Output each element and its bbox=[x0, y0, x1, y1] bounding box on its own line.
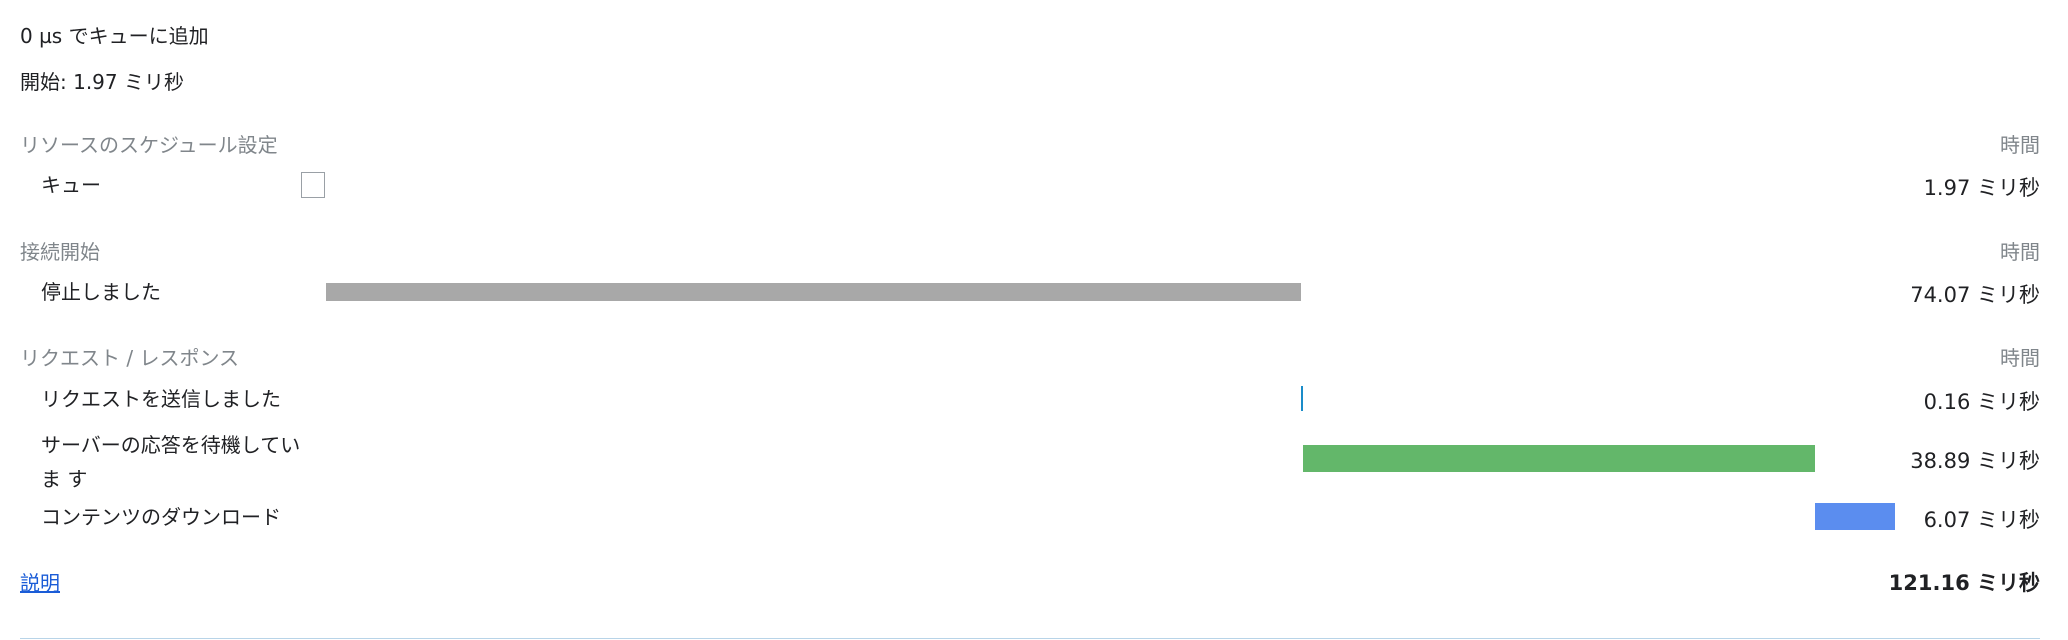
timing-row-label-stalled: 停止しました bbox=[41, 280, 161, 304]
section-title-request-response: リクエスト / レスポンス bbox=[20, 346, 240, 370]
timing-row-value-stalled: 74.07 ミリ秒 bbox=[1910, 283, 2040, 307]
time-column-header: 時間 bbox=[2000, 133, 2040, 157]
content-download-timing-bar bbox=[1815, 503, 1895, 530]
queue-timing-bar bbox=[301, 172, 325, 198]
timing-row-label-request-sent: リクエストを送信しました bbox=[41, 387, 281, 411]
timing-row-label-queue: キュー bbox=[41, 173, 101, 197]
divider bbox=[20, 638, 2040, 639]
timing-row-value-request-sent: 0.16 ミリ秒 bbox=[1923, 390, 2040, 414]
section-title-connection-start: 接続開始 bbox=[20, 240, 100, 264]
time-column-header: 時間 bbox=[2000, 240, 2040, 264]
started-at-text: 開始: 1.97 ミリ秒 bbox=[20, 70, 184, 94]
timing-row-value-waiting-server-response: 38.89 ミリ秒 bbox=[1910, 449, 2040, 473]
waiting-response-timing-bar bbox=[1303, 445, 1815, 472]
timing-row-value-content-download: 6.07 ミリ秒 bbox=[1923, 508, 2040, 532]
stalled-timing-bar bbox=[326, 283, 1301, 301]
total-time: 121.16 ミリ秒 bbox=[1888, 571, 2040, 595]
time-column-header: 時間 bbox=[2000, 346, 2040, 370]
section-title-resource-scheduling: リソースのスケジュール設定 bbox=[20, 133, 278, 157]
timing-row-label-content-download: コンテンツのダウンロード bbox=[41, 505, 281, 529]
timing-row-value-queue: 1.97 ミリ秒 bbox=[1923, 176, 2040, 200]
timing-row-label-waiting-server-response: サーバーの応答を待機していま す bbox=[41, 433, 301, 491]
explanation-link[interactable]: 説明 bbox=[20, 567, 60, 596]
request-sent-timing-bar bbox=[1301, 386, 1303, 411]
queued-at-text: 0 µs でキューに追加 bbox=[20, 24, 209, 48]
